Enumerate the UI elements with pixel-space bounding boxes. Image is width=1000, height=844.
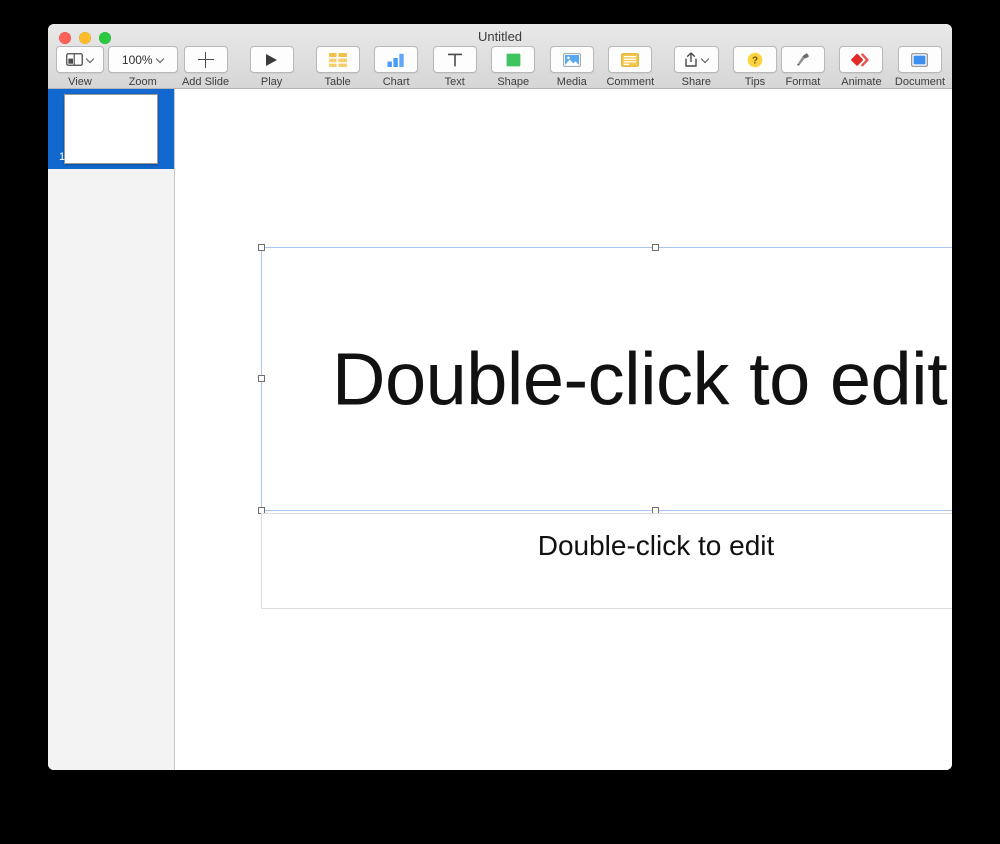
question-mark-icon: ?: [747, 52, 763, 67]
toolbar-item-chart[interactable]: Chart: [372, 46, 420, 88]
toolbar-item-tips[interactable]: ? Tips: [731, 46, 779, 88]
resize-handle-top-center[interactable]: [652, 244, 659, 251]
add-slide-button[interactable]: [183, 46, 228, 73]
red-diamond-chevron-icon: [851, 52, 870, 66]
view-button[interactable]: [56, 46, 104, 73]
animate-label: Animate: [841, 76, 882, 88]
share-arrow-up-icon: [685, 52, 697, 67]
share-label: Share: [681, 76, 712, 88]
window-chrome: Untitled View 100% Zoom Add Slide Play T…: [48, 24, 952, 89]
tips-button[interactable]: ?: [732, 46, 777, 73]
resize-handle-top-left[interactable]: [258, 244, 265, 251]
document-rect-icon: [911, 52, 929, 67]
chart-label: Chart: [382, 76, 410, 88]
body-placeholder[interactable]: Double-click to edit: [261, 513, 952, 609]
slide-thumbnail[interactable]: [64, 94, 158, 164]
comment-note-icon: [621, 52, 640, 67]
toolbar-item-view[interactable]: View: [56, 46, 104, 88]
zoom-value: 100%: [121, 52, 153, 67]
toolbar-item-play[interactable]: Play: [248, 46, 296, 88]
toolbar-item-media[interactable]: Media: [548, 46, 596, 88]
toolbar-item-table[interactable]: Table: [314, 46, 362, 88]
text-label: Text: [444, 76, 465, 88]
window-title: Untitled: [477, 29, 523, 44]
bar-chart-icon: [387, 53, 404, 67]
zoom-label: Zoom: [128, 76, 157, 88]
tips-label: Tips: [744, 76, 766, 88]
toolbar-item-zoom[interactable]: 100% Zoom: [107, 46, 178, 88]
keynote-window: Untitled View 100% Zoom Add Slide Play T…: [48, 24, 952, 770]
paintbrush-icon: [797, 53, 809, 66]
toolbar-item-format[interactable]: Format: [779, 46, 827, 88]
photo-image-icon: [562, 52, 581, 67]
toolbar-item-text[interactable]: Text: [431, 46, 479, 88]
toolbar-item-document[interactable]: Document: [894, 46, 946, 88]
plus-icon: [197, 51, 214, 68]
format-label: Format: [785, 76, 821, 88]
add-slide-label: Add Slide: [181, 76, 230, 88]
media-button[interactable]: [549, 46, 594, 73]
title-placeholder-text: Double-click to edit: [332, 337, 948, 421]
chevron-down-icon: [702, 56, 709, 63]
format-button[interactable]: [780, 46, 825, 73]
slide-navigator[interactable]: 1: [48, 89, 175, 770]
toolbar-item-share[interactable]: Share: [672, 46, 720, 88]
toolbar-item-comment[interactable]: Comment: [606, 46, 654, 88]
chevron-down-icon: [87, 56, 94, 63]
document-button[interactable]: [897, 46, 942, 73]
text-t-icon: [447, 53, 462, 66]
comment-button[interactable]: [608, 46, 653, 73]
green-square-icon: [506, 53, 521, 66]
media-label: Media: [556, 76, 587, 88]
window-body: 1 Double-click to edit Double-click to e…: [48, 89, 952, 770]
chart-button[interactable]: [374, 46, 419, 73]
shape-button[interactable]: [491, 46, 536, 73]
play-button[interactable]: [249, 46, 294, 73]
toolbar-item-shape[interactable]: Shape: [489, 46, 537, 88]
table-grid-icon: [328, 52, 347, 67]
comment-label: Comment: [606, 76, 655, 88]
svg-text:?: ?: [752, 55, 758, 66]
table-label: Table: [324, 76, 351, 88]
slide-number: 1: [59, 151, 66, 163]
chevron-down-icon: [157, 56, 164, 63]
toolbar-item-add-slide[interactable]: Add Slide: [182, 46, 230, 88]
body-placeholder-text: Double-click to edit: [537, 530, 775, 561]
slide-canvas[interactable]: Double-click to edit Double-click to edi…: [175, 89, 952, 770]
play-triangle-icon: [266, 53, 278, 66]
sidebar-layout-icon: [66, 53, 83, 66]
play-label: Play: [260, 76, 283, 88]
animate-button[interactable]: [839, 46, 884, 73]
slide-navigator-item-1[interactable]: 1: [48, 89, 174, 169]
toolbar: View 100% Zoom Add Slide Play Table Char…: [48, 46, 952, 88]
document-label: Document: [894, 76, 946, 88]
zoom-dropdown-button[interactable]: 100%: [107, 46, 178, 73]
resize-handle-middle-left[interactable]: [258, 375, 265, 382]
share-button[interactable]: [673, 46, 719, 73]
view-label: View: [68, 76, 92, 88]
text-button[interactable]: [432, 46, 477, 73]
screen: Untitled View 100% Zoom Add Slide Play T…: [0, 0, 1000, 844]
table-button[interactable]: [315, 46, 360, 73]
toolbar-item-animate[interactable]: Animate: [837, 46, 885, 88]
title-placeholder[interactable]: Double-click to edit: [258, 244, 952, 514]
shape-label: Shape: [497, 76, 530, 88]
